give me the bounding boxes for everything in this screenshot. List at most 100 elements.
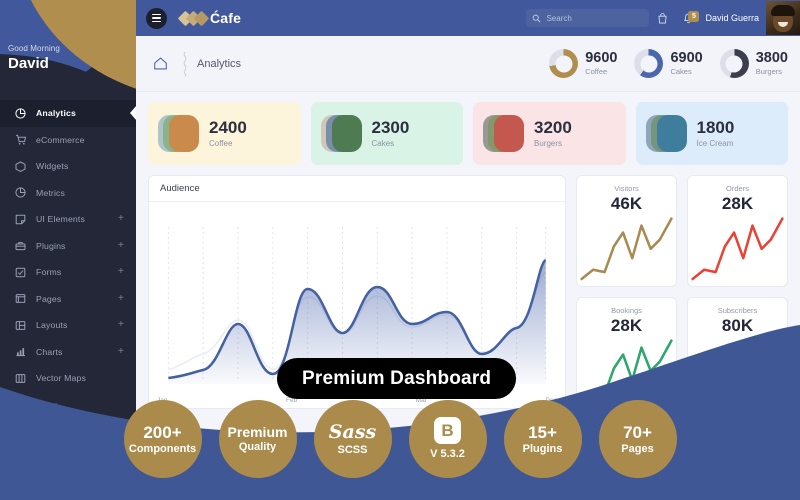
search-input[interactable]: Search [526, 9, 650, 27]
sidebar-item-plugins[interactable]: Plugins + [0, 233, 136, 260]
squiggle-separator-icon [181, 51, 189, 77]
expand-plus-icon[interactable]: + [118, 346, 124, 357]
box-icon [14, 160, 27, 173]
donut-stat-text: 3800 Burgers [755, 50, 788, 76]
pill-text: Premium Dashboard [302, 367, 492, 389]
sidebar-item-forms[interactable]: Forms + [0, 259, 136, 286]
feature-badge-top: 15+ [528, 422, 557, 442]
sidebar-item-ui-elements[interactable]: UI Elements + [0, 206, 136, 233]
stat-card-value: 2300 [371, 117, 410, 137]
stat-card-text: 1800 Ice Cream [697, 118, 735, 148]
sidebar-item-label: Vector Maps [36, 373, 86, 384]
sidebar-item-label: Widgets [36, 161, 69, 172]
photo-stack-icon [483, 111, 525, 156]
stat-cards-row: 2400 Coffee 2300 Cakes 3200 Burgers 1800 Ice Cr… [136, 92, 800, 165]
feature-badge-top: 200+ [143, 422, 182, 442]
shopping-bag-button[interactable] [649, 12, 675, 25]
mini-card-orders[interactable]: Orders 28K [687, 175, 788, 287]
sidebar-item-analytics[interactable]: Analytics [0, 100, 136, 127]
stat-card-label: Coffee [209, 139, 233, 149]
expand-plus-icon[interactable]: + [118, 267, 124, 277]
donut-stat-coffee: 9600 Coffee [549, 49, 617, 78]
avatar[interactable] [766, 1, 800, 35]
sidebar-item-ecommerce[interactable]: eCommerce [0, 127, 136, 154]
mini-card-subscribers[interactable]: Subscribers 80K [687, 297, 788, 409]
mini-card-label: Orders [726, 184, 749, 193]
mini-card-visitors[interactable]: Visitors 46K [576, 175, 677, 287]
sidebar-item-label: Forms [36, 267, 62, 278]
logo-text: Ćafe [210, 10, 242, 26]
search-placeholder: Search [546, 13, 572, 23]
premium-dashboard-pill: Premium Dashboard [277, 358, 517, 399]
sidebar-item-charts[interactable]: Charts + [0, 339, 136, 366]
expand-plus-icon[interactable]: + [118, 214, 124, 224]
stat-card-coffee[interactable]: 2400 Coffee [148, 102, 301, 165]
donut-stat-text: 9600 Coffee [585, 50, 618, 76]
notifications-button[interactable]: 5 [675, 10, 701, 25]
pie-chart-icon [14, 186, 27, 199]
mini-card-value: 80K [721, 316, 754, 335]
toolbox-icon [14, 239, 27, 252]
mini-card-bookings[interactable]: Bookings 28K [576, 297, 677, 409]
sidebar-item-label: Pages [36, 293, 62, 304]
cart-icon [14, 133, 27, 146]
sidebar-item-pages[interactable]: Pages + [0, 286, 136, 313]
breadcrumb-title: Analytics [197, 57, 242, 70]
sidebar-item-metrics[interactable]: Metrics [0, 180, 136, 207]
feature-badge-top: 70+ [623, 422, 652, 442]
bar-chart-icon [14, 345, 27, 358]
expand-plus-icon[interactable]: + [118, 293, 124, 304]
expand-plus-icon[interactable]: + [118, 320, 124, 330]
greeting-user-name: David [8, 55, 49, 72]
sidebar-menu: Analytics eCommerce Widgets Metrics UI Eleme… [0, 100, 136, 418]
note-icon [14, 213, 27, 226]
shopping-bag-icon [658, 12, 667, 23]
feature-badge-bottom: Pages [621, 442, 654, 455]
sidebar-item-vector-maps[interactable]: Vector Maps [0, 365, 136, 392]
mini-card-label: Bookings [611, 306, 642, 315]
home-icon[interactable] [149, 53, 171, 75]
feature-badge-scss: Sass SCSS [313, 400, 392, 478]
logo-diamonds-icon [177, 10, 210, 26]
sparkline-chart [577, 336, 676, 408]
mini-card-value: 28K [610, 316, 643, 335]
sidebar-item-label: eCommerce [36, 134, 85, 145]
sidebar-item-label: Plugins [36, 240, 66, 251]
expand-plus-icon[interactable]: + [118, 240, 124, 251]
user-name-label: David Guerra [705, 13, 759, 23]
stat-card-text: 2300 Cakes [371, 117, 410, 148]
donut-value: 6900 [670, 50, 703, 67]
stat-card-value: 3200 [534, 117, 572, 137]
donut-stat-cakes: 6900 Cakes [634, 49, 703, 78]
stat-card-text: 2400 Coffee [209, 117, 247, 149]
sparkline-chart [577, 214, 676, 286]
feature-badge-bottom: V 5.3.2 [430, 448, 465, 461]
hamburger-icon[interactable] [146, 7, 167, 29]
donut-chart-coffee [549, 49, 579, 78]
mini-stat-cards: Visitors 46K Orders 28K Bookings 28K Subscribe… [576, 175, 788, 409]
donut-value: 3800 [755, 50, 788, 67]
feature-badge-bottom: Quality [238, 441, 277, 454]
donut-label: Coffee [585, 66, 608, 76]
brand-logo[interactable]: Ćafe [177, 10, 242, 26]
sparkline-chart [688, 214, 787, 286]
stat-card-value: 2400 [209, 117, 247, 137]
sidebar-item-widgets[interactable]: Widgets [0, 153, 136, 180]
feature-badge-components: 200+ Components [123, 400, 202, 478]
donut-chart-cakes [634, 49, 664, 78]
checkbox-icon [14, 266, 27, 279]
sass-logo-icon: Sass [328, 420, 377, 443]
audience-card-title: Audience [149, 176, 565, 202]
stat-card-ice-cream[interactable]: 1800 Ice Cream [635, 102, 788, 165]
feature-badge-bottom: SCSS [337, 443, 368, 456]
greeting-text: Good Morning [8, 44, 60, 53]
bootstrap-logo-icon: B [434, 417, 461, 445]
feature-badge-top: Premium [227, 423, 288, 440]
layout-icon [14, 319, 27, 332]
stat-card-cakes[interactable]: 2300 Cakes [310, 102, 463, 165]
sidebar-item-label: Metrics [36, 187, 66, 198]
stat-card-label: Burgers [534, 139, 563, 149]
stat-card-burgers[interactable]: 3200 Burgers [473, 102, 626, 165]
sidebar-item-layouts[interactable]: Layouts + [0, 312, 136, 339]
donut-value: 9600 [585, 50, 618, 67]
